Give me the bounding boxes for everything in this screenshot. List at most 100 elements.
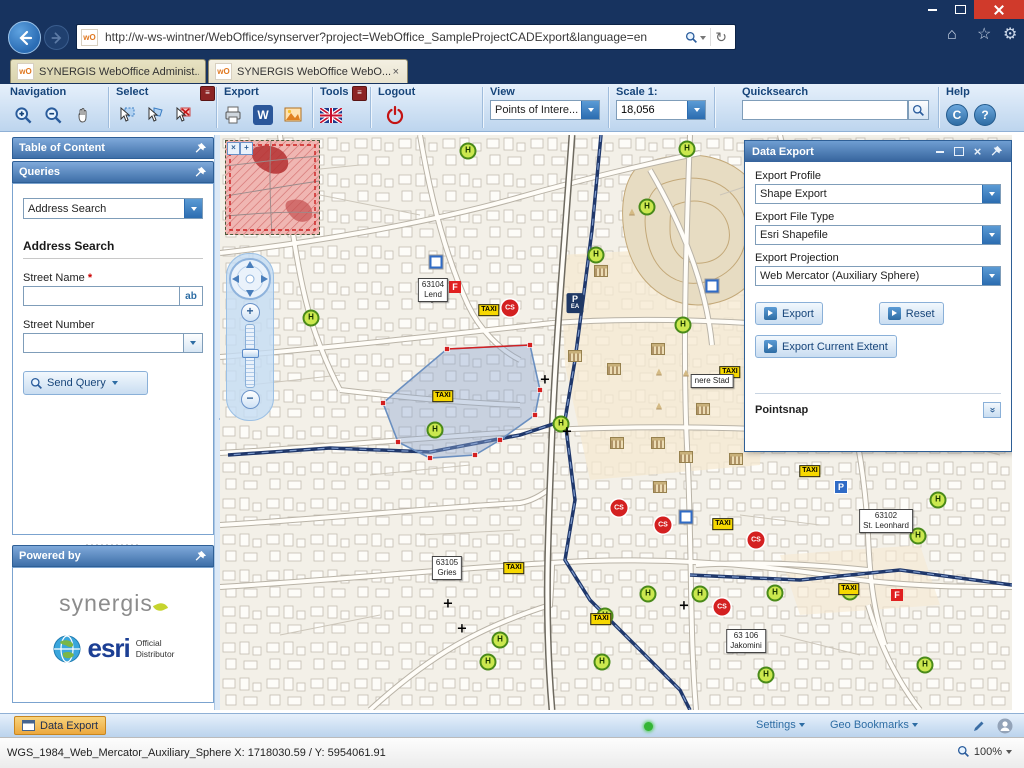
- url-input[interactable]: [103, 29, 681, 45]
- export-current-extent-button[interactable]: Export Current Extent: [755, 335, 897, 358]
- toolbar-group-tools: Tools ≡: [316, 84, 368, 131]
- group-label: Select: [116, 86, 148, 98]
- print-icon[interactable]: [220, 102, 246, 128]
- scale-input[interactable]: [617, 104, 687, 116]
- chevron-down-icon[interactable]: [982, 226, 1000, 244]
- panel-header-powered-by[interactable]: Powered by: [12, 545, 214, 567]
- chevron-down-icon[interactable]: [184, 199, 202, 218]
- close-icon[interactable]: ×: [970, 144, 985, 159]
- reset-button[interactable]: Reset: [879, 302, 944, 325]
- export-profile-select[interactable]: Shape Export: [755, 184, 1001, 204]
- select-rectangle-icon[interactable]: [114, 102, 140, 128]
- street-number-input[interactable]: [23, 333, 184, 353]
- pan-hand-icon[interactable]: [70, 102, 96, 128]
- window-titlebar: [0, 0, 1024, 19]
- tools-menu-icon[interactable]: ≡: [352, 86, 367, 101]
- chevron-down-icon[interactable]: [982, 267, 1000, 285]
- window-maximize-button[interactable]: [946, 0, 974, 19]
- pin-icon[interactable]: [194, 550, 207, 563]
- pin-icon[interactable]: [194, 142, 207, 155]
- back-button[interactable]: [8, 21, 41, 54]
- browser-tab-admin[interactable]: wO SYNERGIS WebOffice Administ...: [10, 59, 206, 83]
- zoom-out-button[interactable]: −: [241, 390, 260, 409]
- chevron-down-icon[interactable]: [581, 101, 599, 119]
- tab-close-icon[interactable]: ×: [391, 66, 401, 78]
- export-profile-label: Export Profile: [755, 170, 1001, 182]
- left-sidebar: Table of Content Queries Address Search …: [12, 137, 214, 703]
- home-icon[interactable]: ⌂: [947, 27, 957, 43]
- window-close-button[interactable]: [974, 0, 1024, 19]
- data-export-panel-header[interactable]: Data Export ×: [745, 141, 1011, 162]
- restore-icon[interactable]: [951, 144, 966, 159]
- redline-pencil-icon[interactable]: [972, 719, 986, 733]
- toolbar-group-navigation: Navigation: [6, 84, 106, 131]
- group-label: Export: [224, 86, 259, 98]
- window-minimize-button[interactable]: [918, 0, 946, 19]
- logout-power-icon[interactable]: [382, 102, 408, 128]
- powered-by-panel-body: synergis esri OfficialDistributor: [12, 567, 214, 703]
- panel-title: Powered by: [19, 550, 81, 562]
- data-export-task-tab[interactable]: Data Export: [14, 716, 106, 735]
- search-icon[interactable]: [681, 31, 710, 44]
- group-label: Logout: [378, 86, 415, 98]
- browser-zoom-control[interactable]: 100%: [957, 745, 1012, 758]
- query-type-select[interactable]: Address Search: [23, 198, 203, 219]
- word-export-icon[interactable]: W: [250, 102, 276, 128]
- image-export-icon[interactable]: [280, 102, 306, 128]
- street-number-label: Street Number: [23, 319, 203, 331]
- panel-header-table-of-content[interactable]: Table of Content: [12, 137, 214, 159]
- pan-compass[interactable]: [228, 257, 272, 301]
- chevron-down-icon[interactable]: [112, 381, 118, 388]
- settings-link[interactable]: Settings: [756, 719, 805, 731]
- settings-gear-icon[interactable]: ⚙: [1003, 27, 1017, 43]
- send-query-button[interactable]: Send Query: [23, 371, 148, 395]
- user-avatar-icon[interactable]: [997, 718, 1013, 734]
- contact-icon[interactable]: C: [944, 102, 970, 128]
- zoom-slider[interactable]: [245, 324, 255, 388]
- refresh-icon[interactable]: ↻: [711, 29, 731, 46]
- zoom-in-icon[interactable]: [10, 102, 36, 128]
- quicksearch-input[interactable]: [742, 100, 908, 120]
- overview-map[interactable]: × +: [225, 140, 320, 235]
- pointsnap-label: Pointsnap: [755, 404, 808, 416]
- overview-close-icon[interactable]: ×: [227, 142, 240, 155]
- browser-tab-weboffice[interactable]: wO SYNERGIS WebOffice WebO... ×: [208, 59, 408, 83]
- export-arrow-icon: [764, 307, 777, 320]
- chevrons-expand-icon[interactable]: »: [983, 402, 1001, 418]
- chevron-down-icon[interactable]: [687, 101, 705, 119]
- view-select[interactable]: Points of Intere...: [490, 100, 600, 120]
- map-canvas[interactable]: HHHHHHHHHHHHHHHHHHHHHHTAXITAXITAXITAXITA…: [220, 135, 1012, 710]
- language-flag-icon[interactable]: [318, 102, 344, 128]
- clear-selection-icon[interactable]: [170, 102, 196, 128]
- export-button[interactable]: Export: [755, 302, 823, 325]
- select-menu-icon[interactable]: ≡: [200, 86, 215, 101]
- pointsnap-section-header[interactable]: Pointsnap »: [755, 393, 1001, 418]
- pin-icon[interactable]: [194, 166, 207, 179]
- synergis-logo: synergis: [13, 568, 213, 617]
- chevron-down-icon[interactable]: [982, 185, 1000, 203]
- help-question-icon[interactable]: ?: [972, 102, 998, 128]
- favorites-star-icon[interactable]: ☆: [977, 27, 991, 43]
- overview-pan-icon[interactable]: +: [240, 142, 253, 155]
- chevron-down-icon[interactable]: [184, 333, 203, 353]
- window-icon: [22, 720, 35, 731]
- export-filetype-select[interactable]: Esri Shapefile: [755, 225, 1001, 245]
- zoom-in-button[interactable]: +: [241, 303, 260, 322]
- export-projection-select[interactable]: Web Mercator (Auxiliary Sphere): [755, 266, 1001, 286]
- search-icon: [30, 377, 43, 390]
- alphabet-search-button[interactable]: ab: [180, 286, 203, 306]
- minimize-icon[interactable]: [932, 144, 947, 159]
- scale-combobox[interactable]: [616, 100, 706, 120]
- group-label: Navigation: [10, 86, 66, 98]
- address-bar[interactable]: wO ↻: [76, 24, 736, 50]
- street-name-input[interactable]: [23, 286, 180, 306]
- geo-bookmarks-link[interactable]: Geo Bookmarks: [830, 719, 918, 731]
- zoom-out-icon[interactable]: [40, 102, 66, 128]
- select-polygon-icon[interactable]: [142, 102, 168, 128]
- pin-icon[interactable]: [989, 144, 1004, 159]
- quicksearch-button[interactable]: [908, 100, 929, 120]
- reset-arrow-icon: [888, 307, 901, 320]
- panel-header-queries[interactable]: Queries: [12, 161, 214, 183]
- forward-button[interactable]: [44, 25, 69, 50]
- zoom-slider-handle[interactable]: [242, 349, 259, 358]
